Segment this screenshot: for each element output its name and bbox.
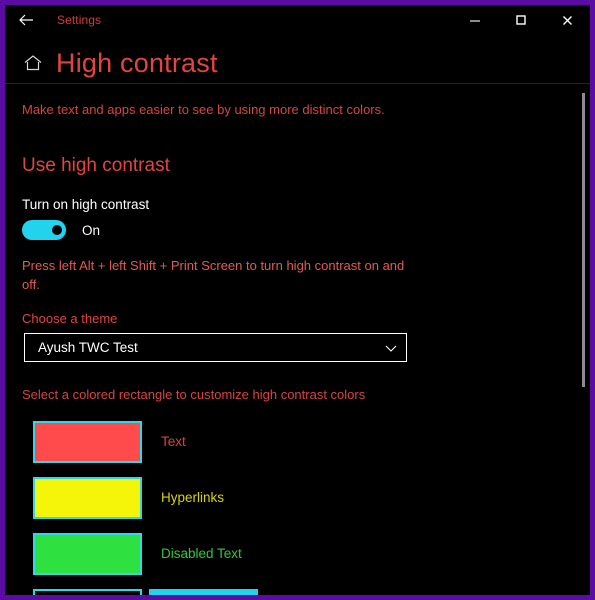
close-icon [561,14,574,27]
scrollbar-thumb[interactable] [582,93,585,387]
swatch-label-hyperlinks: Hyperlinks [161,490,225,505]
swatch-button-text[interactable] [33,421,142,463]
keyboard-shortcut-hint: Press left Alt + left Shift + Print Scre… [22,258,405,292]
chevron-down-icon [384,341,398,355]
maximize-icon [515,14,527,26]
swatch-button-selected-text[interactable] [33,589,142,595]
toggle-knob [52,225,62,235]
theme-dropdown-value: Ayush TWC Test [38,340,138,355]
swatch-row-text: Text [5,414,590,470]
color-swatch-list: Text Hyperlinks Disabled Text [5,414,590,595]
scrollbar-track[interactable] [579,84,590,595]
theme-dropdown[interactable]: Ayush TWC Test [24,333,407,362]
high-contrast-toggle[interactable] [22,220,66,240]
swatch-label-text: Text [161,434,186,449]
swatch-row-disabled-text: Disabled Text [5,526,590,582]
back-arrow-icon [16,10,36,30]
page-title: High contrast [56,48,218,78]
swatch-button-disabled-text[interactable] [33,533,142,575]
home-icon[interactable] [22,52,56,74]
title-bar: Settings [5,5,590,35]
swatch-button-hyperlinks[interactable] [33,477,142,519]
swatch-row-hyperlinks: Hyperlinks [5,470,590,526]
page-description: Make text and apps easier to see by usin… [22,102,385,117]
window-controls [452,5,590,35]
section-heading-use-high-contrast: Use high contrast [22,155,170,176]
high-contrast-toggle-row: On [22,220,100,240]
back-button[interactable] [5,5,47,35]
theme-field-label: Choose a theme [22,311,118,326]
swatch-row-partial [5,582,590,595]
maximize-button[interactable] [498,5,544,35]
swatch-label-disabled-text: Disabled Text [161,546,242,561]
minimize-button[interactable] [452,5,498,35]
settings-window: Settings High contrast Make text and app… [0,0,595,600]
settings-content: Make text and apps easier to see by usin… [5,84,590,595]
swatch-instruction: Select a colored rectangle to customize … [22,387,366,402]
toggle-state-label: On [82,222,101,238]
close-button[interactable] [544,5,590,35]
minimize-icon [469,14,481,26]
swatch-pair-partial [5,589,258,595]
page-header: High contrast [5,43,590,83]
toggle-setting-label: Turn on high contrast [22,197,150,212]
app-title: Settings [57,13,102,27]
swatch-button-selected-text-background[interactable] [149,589,258,595]
